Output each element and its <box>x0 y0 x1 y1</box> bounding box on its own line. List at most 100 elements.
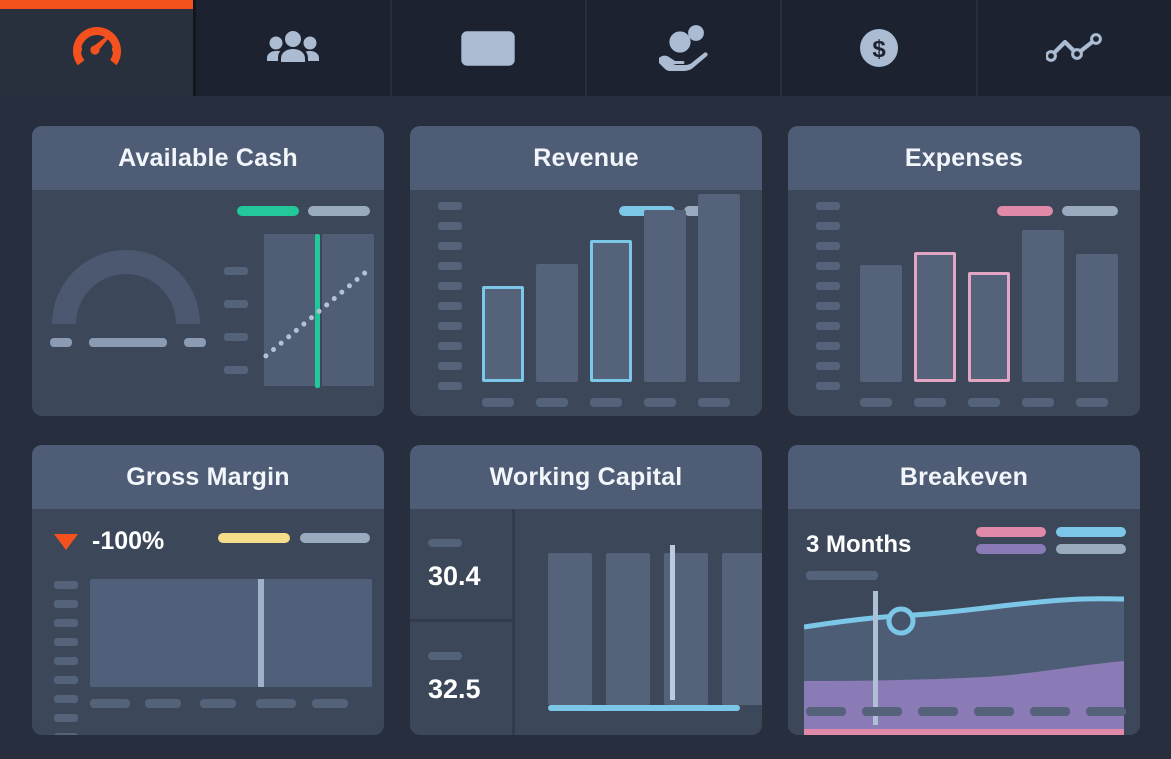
chart-bar <box>590 240 632 382</box>
axis-tick <box>816 382 840 390</box>
card-header: Breakeven <box>788 445 1140 509</box>
legend-swatch-3 <box>1056 544 1126 554</box>
axis-tick <box>438 382 462 390</box>
chart-bar <box>698 194 740 382</box>
tab-funding[interactable]: $ $ <box>586 0 783 96</box>
card-gross-margin[interactable]: Gross Margin -100% <box>32 445 384 735</box>
axis-tick <box>816 322 840 330</box>
tab-revenue[interactable]: $ <box>782 0 978 96</box>
tab-dashboard[interactable] <box>0 0 197 96</box>
x-axis-label <box>312 699 348 708</box>
chart-bar <box>1076 254 1118 382</box>
x-axis-label <box>806 707 846 716</box>
expenses-chart <box>788 190 1140 416</box>
legend-swatch-0 <box>976 527 1046 537</box>
kpi-cell: 30.4 <box>410 509 512 622</box>
chart-bar <box>722 553 762 705</box>
x-axis-label <box>482 398 514 407</box>
kpi-value: 3 Months <box>806 531 912 558</box>
plot-area <box>854 200 1130 382</box>
axis-tick <box>54 619 78 627</box>
chart-bar <box>264 234 316 386</box>
axis-tick <box>54 638 78 646</box>
gauge-icon <box>69 23 125 73</box>
axis-tick <box>54 714 78 722</box>
x-axis-label <box>918 707 958 716</box>
baseline <box>548 705 740 711</box>
axis-tick <box>438 202 462 210</box>
status-badge: -100% <box>92 527 165 555</box>
marker-line <box>873 591 878 725</box>
kpi-label-placeholder <box>428 652 462 660</box>
legend-swatch-2 <box>976 544 1046 554</box>
data-point-marker[interactable] <box>884 604 918 638</box>
axis-tick <box>54 657 78 665</box>
page-title: Revenue <box>533 143 639 172</box>
x-axis-label <box>590 398 622 407</box>
x-axis-label <box>974 707 1014 716</box>
axis-tick <box>54 600 78 608</box>
chart-bar <box>1022 230 1064 382</box>
axis-tick <box>816 262 840 270</box>
gauge-arc <box>52 250 200 324</box>
card-header: Available Cash <box>32 126 384 190</box>
x-axis-label <box>256 699 296 708</box>
x-axis-label <box>860 398 892 407</box>
gauge-max-label <box>184 338 206 347</box>
x-axis-label <box>1086 707 1126 716</box>
axis-tick <box>816 282 840 290</box>
gross-margin-chart: -100% <box>32 509 384 735</box>
kpi-value: 32.5 <box>428 674 481 704</box>
marker-line <box>258 579 264 687</box>
dollar-coin-icon: $ <box>857 26 901 70</box>
axis-tick <box>224 333 248 341</box>
x-axis-label <box>968 398 1000 407</box>
card-expenses[interactable]: Expenses <box>788 126 1140 416</box>
tab-analytics[interactable] <box>977 0 1171 96</box>
page-title: Working Capital <box>489 462 683 491</box>
svg-text:$: $ <box>872 36 886 63</box>
axis-tick <box>224 300 248 308</box>
kpi-label-placeholder <box>806 571 878 580</box>
x-axis-label <box>644 398 676 407</box>
card-breakeven[interactable]: Breakeven 3 Months <box>788 445 1140 735</box>
tab-payments[interactable] <box>391 0 587 96</box>
x-axis-label <box>145 699 181 708</box>
x-axis-label <box>1022 398 1054 407</box>
chart-bar <box>548 553 592 705</box>
card-working-capital[interactable]: Working Capital 30.4 32.5 <box>410 445 762 735</box>
legend-swatch-1 <box>1056 527 1126 537</box>
revenue-chart <box>410 190 762 416</box>
svg-text:$: $ <box>676 36 683 50</box>
legend-swatch-1 <box>308 206 370 216</box>
axis-tick <box>54 581 78 589</box>
legend-swatch-0 <box>237 206 299 216</box>
line-chart-icon <box>1046 33 1103 63</box>
card-header: Revenue <box>410 126 762 190</box>
page-title: Expenses <box>904 143 1024 172</box>
breakeven-chart: 3 Months <box>788 509 1140 735</box>
gauge-labels <box>50 338 206 347</box>
card-revenue[interactable]: Revenue <box>410 126 762 416</box>
chart-bar <box>914 252 956 382</box>
y-axis-ticks <box>54 581 78 735</box>
chart-bar <box>536 264 578 382</box>
marker-line <box>670 545 675 700</box>
gross-margin-kpi: -100% <box>54 527 164 556</box>
area-fill <box>90 579 372 687</box>
axis-tick <box>438 322 462 330</box>
gauge-min-label <box>50 338 72 347</box>
legend-swatch-0 <box>218 533 290 543</box>
card-header: Expenses <box>788 126 1140 190</box>
axis-tick <box>438 222 462 230</box>
hand-coins-icon: $ $ <box>656 25 712 71</box>
kpi-value: 30.4 <box>428 561 481 591</box>
axis-tick <box>438 262 462 270</box>
axis-tick <box>438 282 462 290</box>
chart-bar <box>644 210 686 382</box>
axis-tick <box>816 342 840 350</box>
card-available-cash[interactable]: Available Cash <box>32 126 384 416</box>
tab-customers[interactable] <box>196 0 392 96</box>
chart-bar <box>606 553 650 705</box>
card-header: Working Capital <box>410 445 762 509</box>
